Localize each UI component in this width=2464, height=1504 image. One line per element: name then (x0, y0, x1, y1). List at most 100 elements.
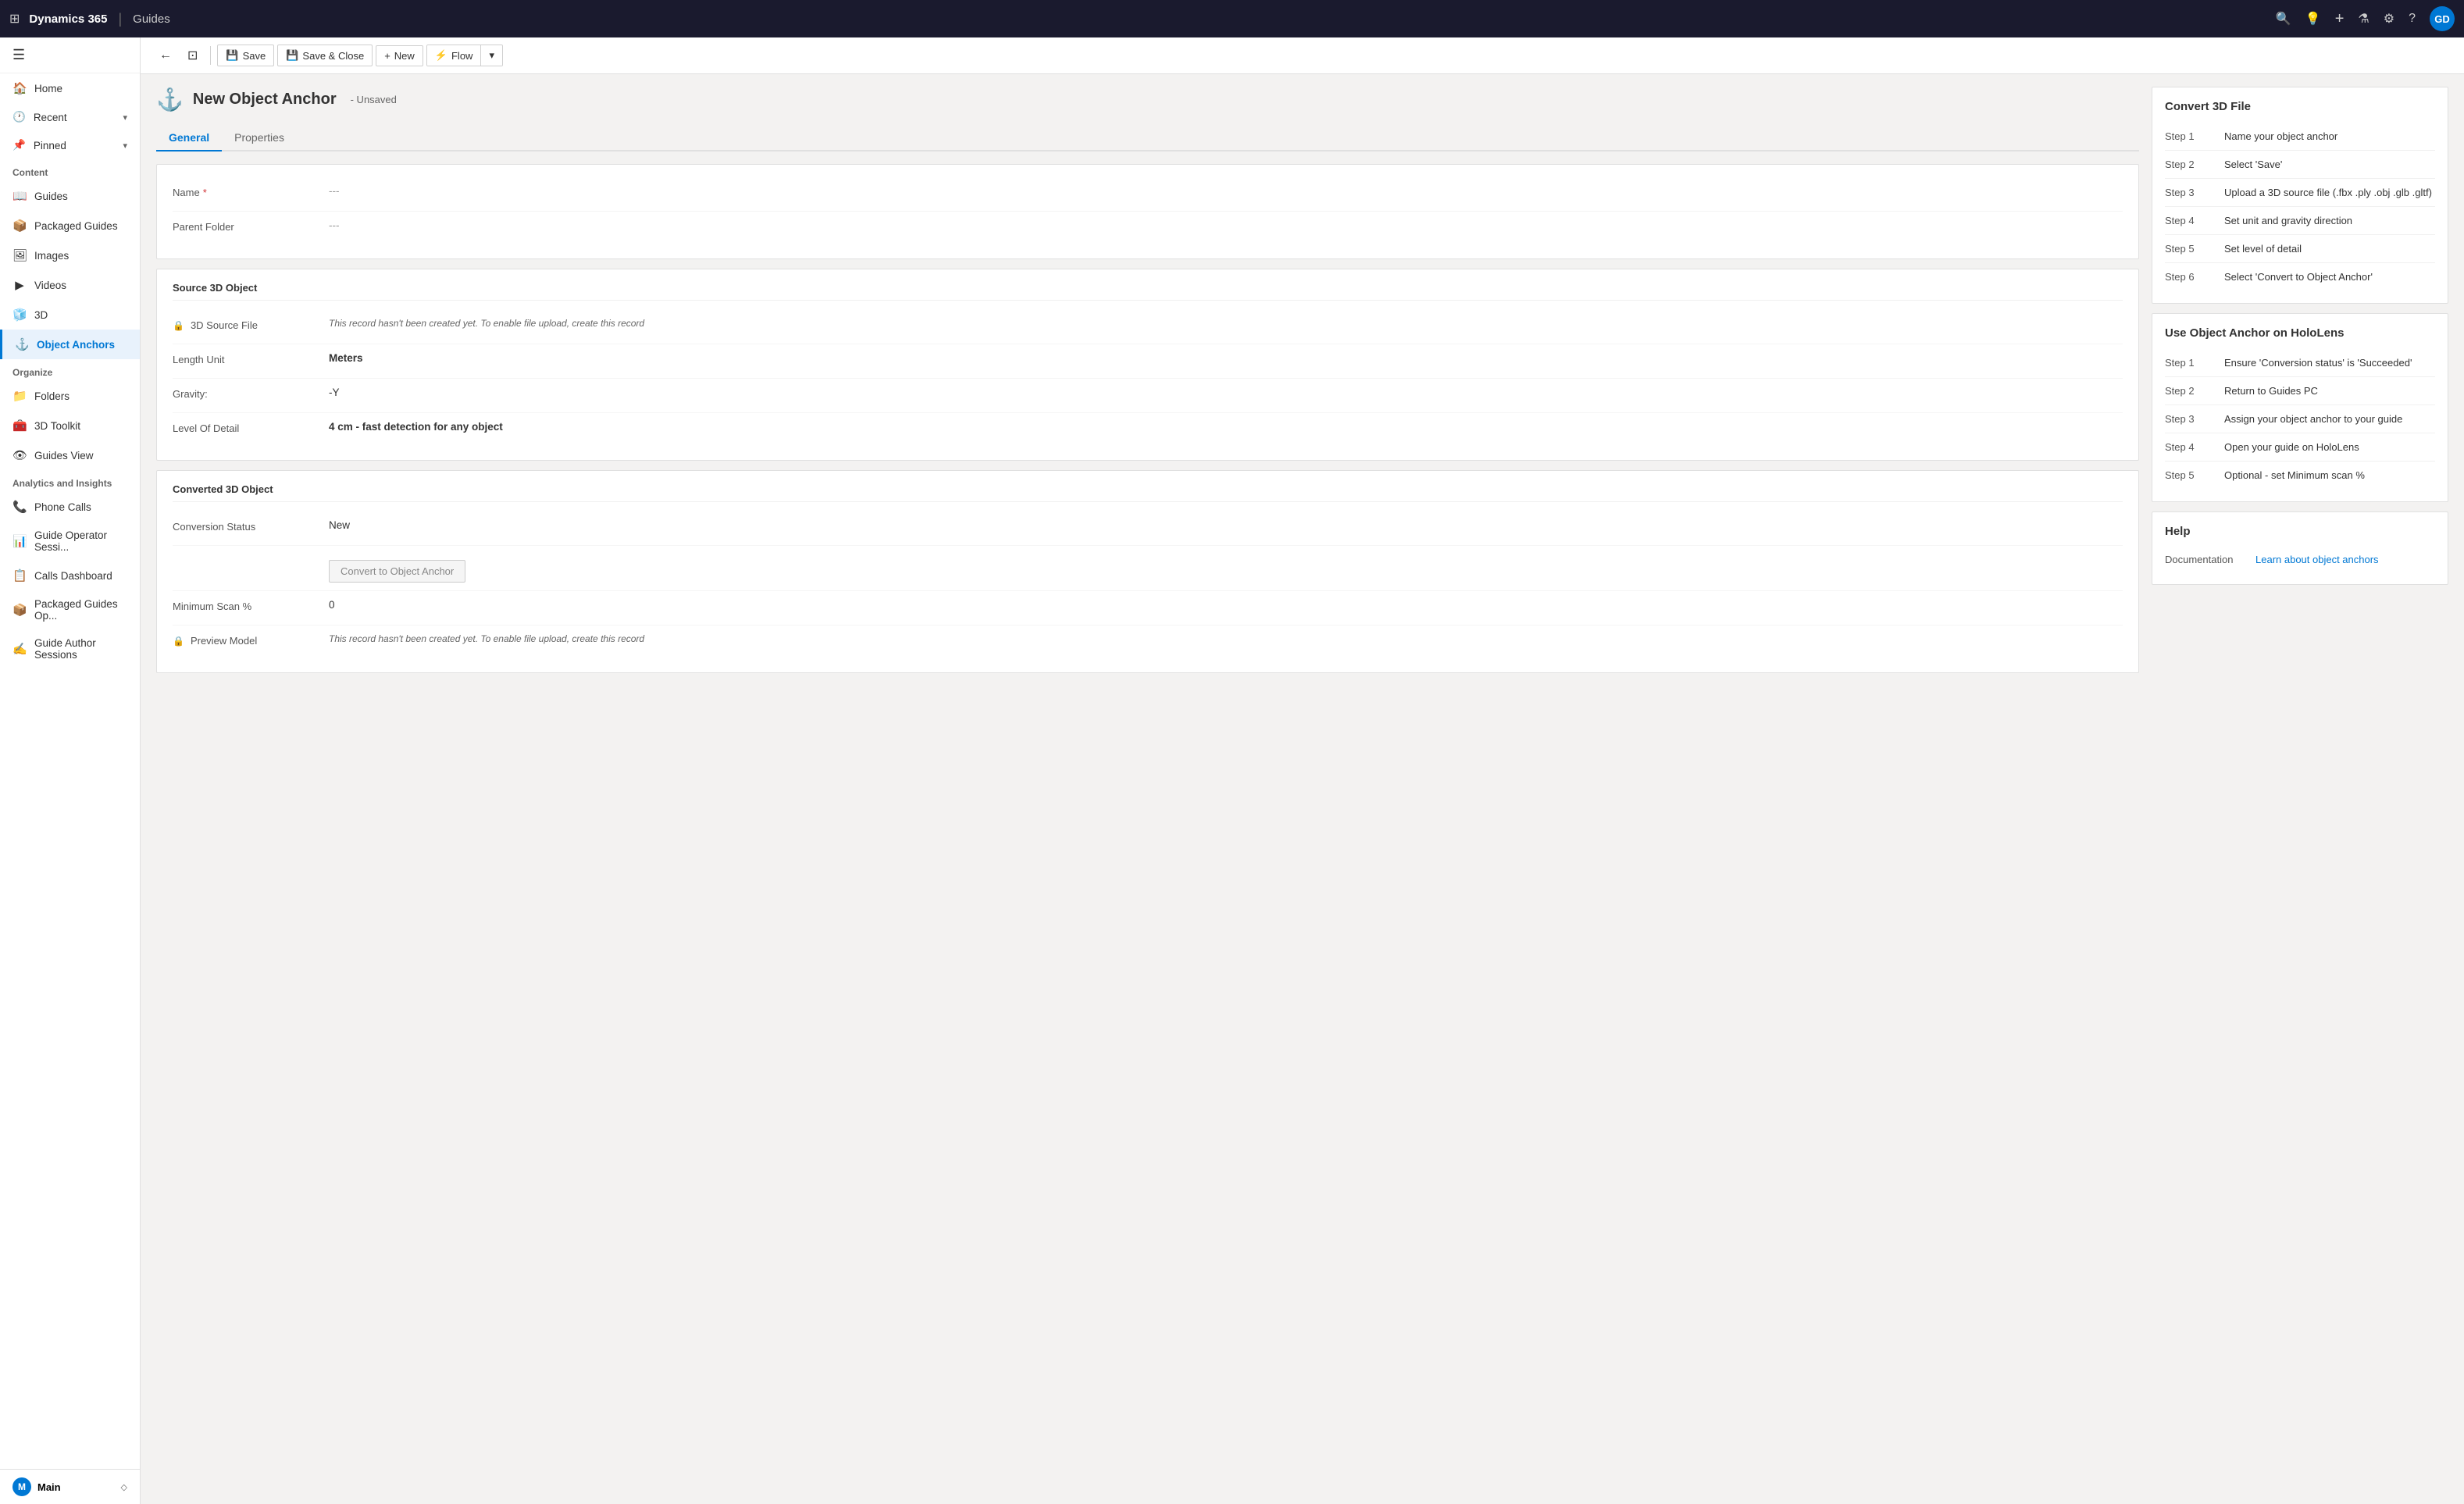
guides-icon: 📖 (12, 189, 27, 203)
images-icon: 🖼 (12, 248, 27, 262)
sidebar-item-guide-operator[interactable]: 📊 Guide Operator Sessi... (0, 522, 140, 561)
sidebar-3d-toolkit-label: 3D Toolkit (34, 420, 80, 432)
sidebar-item-recent[interactable]: 🕐 Recent ▾ (0, 103, 140, 131)
toolbar: ← ⊡ 💾 Save 💾 Save & Close + New ⚡ Flow (141, 37, 2464, 74)
recent-icon: 🕐 (12, 111, 26, 123)
hololens-step-2-text: Return to Guides PC (2224, 385, 2435, 397)
filter-icon[interactable]: ⚗ (2358, 11, 2369, 27)
tab-general[interactable]: General (156, 125, 222, 151)
convert-to-object-anchor-button[interactable]: Convert to Object Anchor (329, 560, 465, 583)
settings-icon[interactable]: ⚙ (2384, 11, 2394, 27)
sidebar-item-images[interactable]: 🖼 Images (0, 241, 140, 270)
convert-step-2-label: Step 2 (2165, 159, 2212, 170)
new-button[interactable]: + New (376, 45, 423, 66)
add-icon[interactable]: + (2335, 10, 2345, 28)
convert-step-4: Step 4 Set unit and gravity direction (2165, 207, 2435, 235)
minimum-scan-value[interactable]: 0 (329, 599, 2123, 611)
record-icon: ⚓ (156, 87, 184, 112)
name-label: Name * (173, 185, 329, 198)
sidebar-guide-operator-label: Guide Operator Sessi... (34, 529, 127, 553)
back-button[interactable]: ← (153, 45, 178, 66)
length-unit-row: Length Unit Meters (173, 344, 2123, 379)
save-button[interactable]: 💾 Save (217, 45, 274, 66)
hololens-step-4-text: Open your guide on HoloLens (2224, 441, 2435, 453)
learn-about-object-anchors-link[interactable]: Learn about object anchors (2255, 554, 2379, 565)
required-indicator: * (203, 187, 207, 198)
flow-dropdown-button[interactable]: ▾ (481, 45, 502, 66)
convert-step-3-text: Upload a 3D source file (.fbx .ply .obj … (2224, 187, 2435, 198)
sidebar-toggle[interactable]: ☰ (0, 37, 140, 73)
convert-step-6-text: Select 'Convert to Object Anchor' (2224, 271, 2435, 283)
pinned-icon: 📌 (12, 139, 26, 151)
sidebar-item-object-anchors[interactable]: ⚓ Object Anchors (0, 330, 140, 359)
save-close-label: Save & Close (302, 50, 364, 62)
hololens-step-2: Step 2 Return to Guides PC (2165, 377, 2435, 405)
tab-properties[interactable]: Properties (222, 125, 297, 151)
lightbulb-icon[interactable]: 💡 (2305, 11, 2321, 27)
preview-model-lock-icon: 🔒 (173, 636, 184, 647)
gravity-value[interactable]: -Y (329, 387, 2123, 398)
brand-separator: | (118, 11, 122, 27)
documentation-label: Documentation (2165, 554, 2243, 565)
tab-bar: General Properties (156, 125, 2139, 151)
search-icon[interactable]: 🔍 (2276, 11, 2291, 27)
sidebar-item-3d-toolkit[interactable]: 🧰 3D Toolkit (0, 411, 140, 440)
hololens-step-3: Step 3 Assign your object anchor to your… (2165, 405, 2435, 433)
refresh-button[interactable]: ⊡ (181, 44, 204, 67)
sidebar-item-3d[interactable]: 🧊 3D (0, 300, 140, 330)
object-anchors-icon: ⚓ (15, 337, 29, 351)
recent-arrow-icon: ▾ (123, 112, 127, 123)
flow-icon: ⚡ (435, 49, 448, 62)
home-icon: 🏠 (12, 81, 27, 95)
sidebar-item-videos[interactable]: ▶ Videos (0, 270, 140, 300)
source-file-lock-icon: 🔒 (173, 320, 184, 331)
top-nav-right: 🔍 💡 + ⚗ ⚙ ? GD (2276, 6, 2455, 31)
source-file-label: 🔒 3D Source File (173, 318, 329, 331)
hololens-step-4-label: Step 4 (2165, 441, 2212, 453)
sidebar-item-packaged-guides[interactable]: 📦 Packaged Guides (0, 211, 140, 241)
convert-step-5: Step 5 Set level of detail (2165, 235, 2435, 263)
sidebar-packaged-guides-op-label: Packaged Guides Op... (34, 598, 127, 622)
sidebar-item-guides[interactable]: 📖 Guides (0, 181, 140, 211)
convert-step-4-text: Set unit and gravity direction (2224, 215, 2435, 226)
sidebar-item-calls-dashboard[interactable]: 📋 Calls Dashboard (0, 561, 140, 590)
length-unit-value[interactable]: Meters (329, 352, 2123, 364)
sidebar-item-guides-view[interactable]: 👁 Guides View (0, 440, 140, 470)
sidebar-calls-dashboard-label: Calls Dashboard (34, 570, 112, 582)
help-title: Help (2165, 525, 2435, 538)
waffle-icon[interactable]: ⊞ (9, 11, 20, 27)
converted-3d-title: Converted 3D Object (173, 483, 2123, 502)
sidebar-object-anchors-label: Object Anchors (37, 339, 115, 351)
sidebar-guide-author-label: Guide Author Sessions (34, 637, 127, 661)
save-close-icon: 💾 (286, 49, 298, 62)
hololens-step-5-text: Optional - set Minimum scan % (2224, 469, 2435, 481)
parent-folder-label: Parent Folder (173, 219, 329, 233)
sidebar-item-pinned[interactable]: 📌 Pinned ▾ (0, 131, 140, 159)
help-icon[interactable]: ? (2409, 12, 2416, 26)
content-section-label: Content (0, 159, 140, 181)
sidebar-item-packaged-guides-op[interactable]: 📦 Packaged Guides Op... (0, 590, 140, 629)
source-file-row: 🔒 3D Source File This record hasn't been… (173, 310, 2123, 344)
sidebar-footer[interactable]: M Main ◇ (0, 1469, 140, 1504)
calls-dashboard-icon: 📋 (12, 568, 27, 583)
flow-button[interactable]: ⚡ Flow (427, 45, 482, 66)
guides-view-icon: 👁 (12, 448, 27, 462)
sidebar-item-phone-calls[interactable]: 📞 Phone Calls (0, 492, 140, 522)
avatar[interactable]: GD (2430, 6, 2455, 31)
source-3d-section: Source 3D Object 🔒 3D Source File This r… (156, 269, 2139, 461)
sidebar-item-guide-author[interactable]: ✍ Guide Author Sessions (0, 629, 140, 668)
use-on-hololens-title: Use Object Anchor on HoloLens (2165, 326, 2435, 340)
page-content: ⚓ New Object Anchor - Unsaved General Pr… (141, 74, 2464, 1504)
analytics-section-label: Analytics and Insights (0, 470, 140, 492)
name-value[interactable]: --- (329, 185, 2123, 197)
parent-folder-row: Parent Folder --- (173, 212, 2123, 246)
sidebar-item-home[interactable]: 🏠 Home (0, 73, 140, 103)
guide-operator-icon: 📊 (12, 534, 27, 548)
convert-3d-file-card: Convert 3D File Step 1 Name your object … (2152, 87, 2448, 304)
convert-3d-file-title: Convert 3D File (2165, 100, 2435, 113)
level-of-detail-value[interactable]: 4 cm - fast detection for any object (329, 421, 2123, 433)
save-close-button[interactable]: 💾 Save & Close (277, 45, 373, 66)
preview-model-label: 🔒 Preview Model (173, 633, 329, 647)
sidebar-item-folders[interactable]: 📁 Folders (0, 381, 140, 411)
convert-step-2: Step 2 Select 'Save' (2165, 151, 2435, 179)
